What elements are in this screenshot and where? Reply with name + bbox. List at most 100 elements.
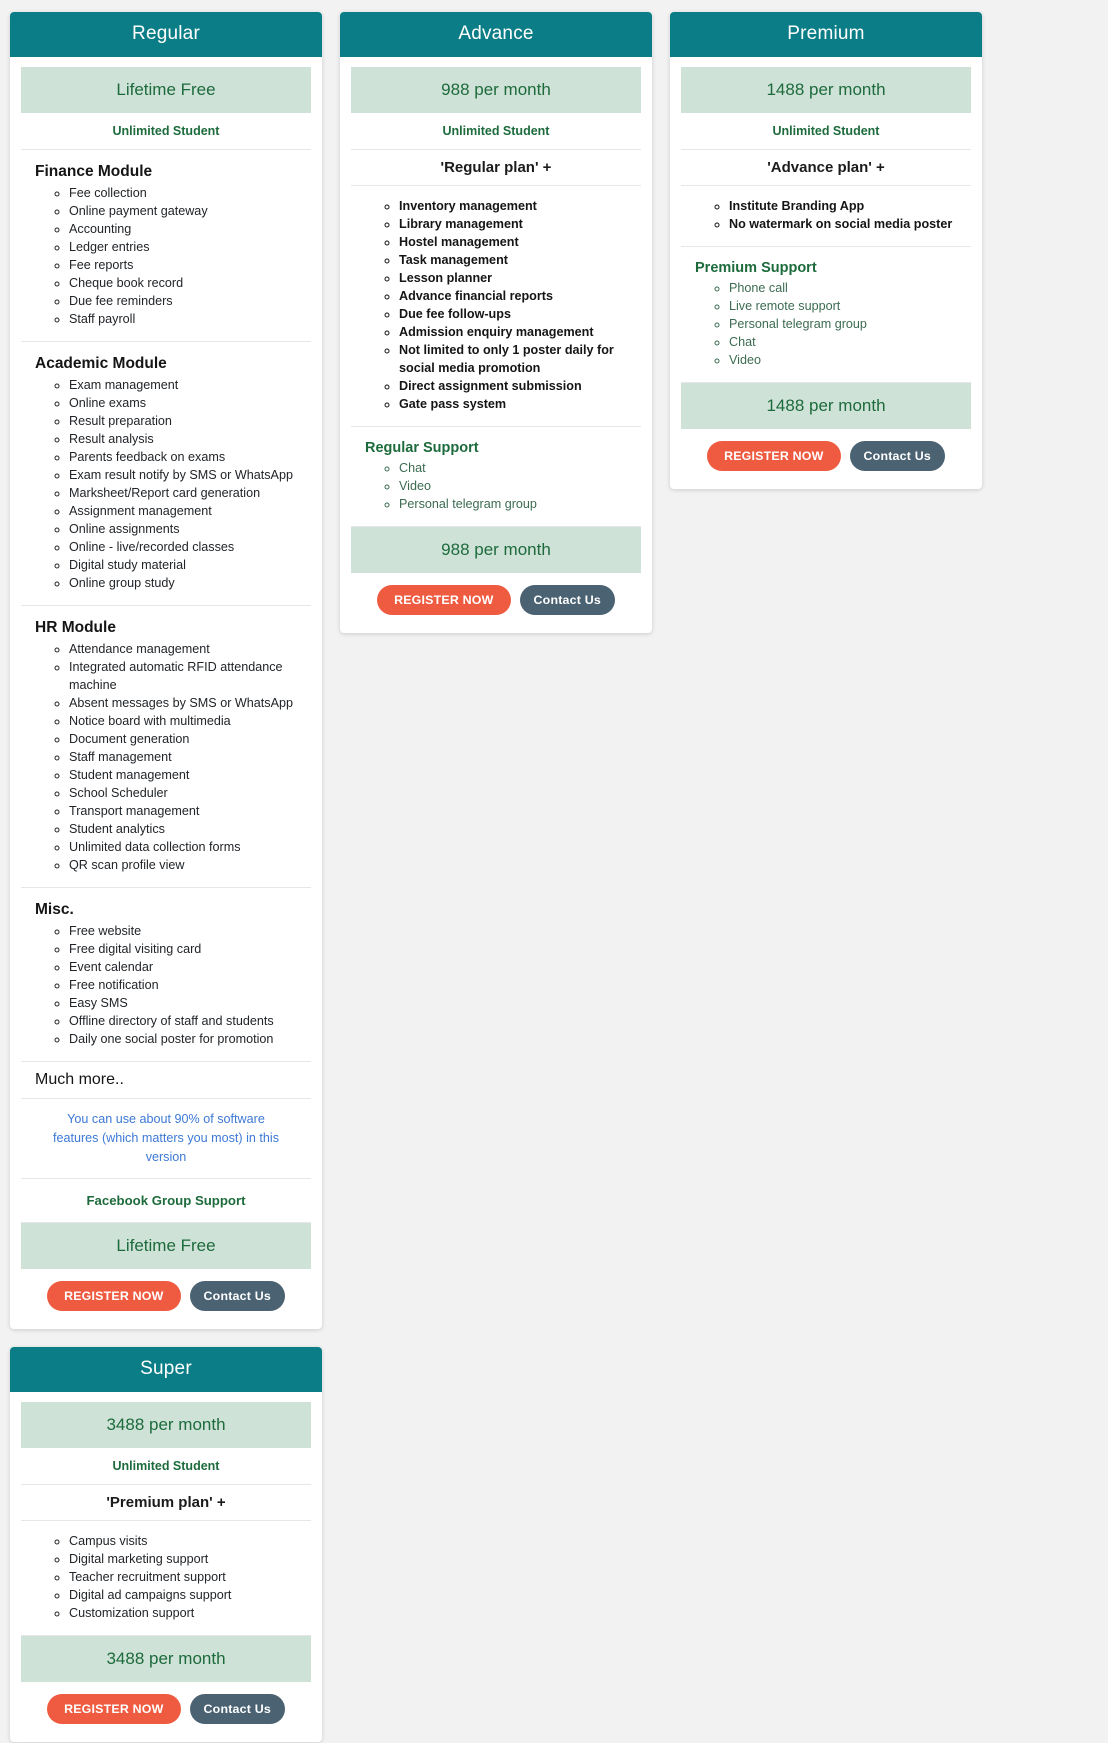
list-item: Integrated automatic RFID attendance mac…	[69, 658, 305, 694]
list-item: Digital marketing support	[69, 1550, 305, 1568]
plan-inherits-row-advance: 'Regular plan' +	[351, 150, 641, 186]
list-item: Assignment management	[69, 502, 305, 520]
feature-list-premium: Institute Branding App No watermark on s…	[687, 197, 965, 233]
support-title-premium: Premium Support	[695, 260, 817, 276]
contact-us-button[interactable]: Contact Us	[189, 1281, 285, 1311]
register-now-button[interactable]: REGISTER NOW	[707, 441, 841, 471]
list-item: Absent messages by SMS or WhatsApp	[69, 694, 305, 712]
facebook-support-row: Facebook Group Support	[21, 1179, 311, 1223]
list-item: QR scan profile view	[69, 856, 305, 874]
contact-us-button[interactable]: Contact Us	[189, 1694, 285, 1724]
plan-inherits-row-super: 'Premium plan' +	[21, 1485, 311, 1521]
list-item: Student management	[69, 766, 305, 784]
list-item: Ledger entries	[69, 238, 305, 256]
module-title-misc: Misc.	[35, 901, 74, 918]
column-regular: Regular Lifetime Free Unlimited Student …	[10, 12, 322, 1743]
plan-card-super: Super 3488 per month Unlimited Student '…	[10, 1347, 322, 1742]
list-item: Lesson planner	[399, 269, 635, 287]
plan-price-footer-regular: Lifetime Free	[21, 1223, 311, 1269]
list-item: Easy SMS	[69, 994, 305, 1012]
list-item: Document generation	[69, 730, 305, 748]
plan-inherits-advance: 'Regular plan' +	[440, 159, 552, 176]
plan-price-super: 3488 per month	[21, 1402, 311, 1448]
list-item: School Scheduler	[69, 784, 305, 802]
plan-body-regular: Lifetime Free Unlimited Student Finance …	[10, 57, 322, 1329]
plan-students-row-advance: Unlimited Student	[351, 113, 641, 150]
register-now-button[interactable]: REGISTER NOW	[377, 585, 511, 615]
plan-price-premium: 1488 per month	[681, 67, 971, 113]
list-item: Institute Branding App	[729, 197, 965, 215]
plan-price-advance: 988 per month	[351, 67, 641, 113]
list-item: Online assignments	[69, 520, 305, 538]
list-item: Online - live/recorded classes	[69, 538, 305, 556]
list-item: Online exams	[69, 394, 305, 412]
plan-card-premium: Premium 1488 per month Unlimited Student…	[670, 12, 982, 489]
list-item: Exam management	[69, 376, 305, 394]
module-title-hr: HR Module	[35, 619, 116, 636]
list-item: Unlimited data collection forms	[69, 838, 305, 856]
contact-us-button[interactable]: Contact Us	[519, 585, 615, 615]
support-list-premium: Phone call Live remote support Personal …	[687, 279, 965, 369]
list-item: Hostel management	[399, 233, 635, 251]
list-item: Free notification	[69, 976, 305, 994]
plan-body-super: 3488 per month Unlimited Student 'Premiu…	[10, 1392, 322, 1742]
list-item: Video	[399, 477, 635, 495]
module-block-finance: Finance Module Fee collection Online pay…	[21, 150, 311, 342]
plan-students-advance: Unlimited Student	[442, 124, 550, 138]
support-block-advance: Regular Support Chat Video Personal tele…	[351, 427, 641, 527]
list-item: Personal telegram group	[399, 495, 635, 513]
plan-body-advance: 988 per month Unlimited Student 'Regular…	[340, 57, 652, 633]
cta-row-super: REGISTER NOW Contact Us	[21, 1682, 311, 1728]
list-item: Live remote support	[729, 297, 965, 315]
contact-us-button[interactable]: Contact Us	[849, 441, 945, 471]
list-item: Task management	[399, 251, 635, 269]
plan-inherits-premium: 'Advance plan' +	[767, 159, 885, 176]
list-item: Video	[729, 351, 965, 369]
pricing-page: Regular Lifetime Free Unlimited Student …	[0, 0, 1108, 1743]
module-list-hr: Attendance management Integrated automat…	[27, 640, 305, 874]
cta-row-advance: REGISTER NOW Contact Us	[351, 573, 641, 619]
plan-title-premium: Premium	[670, 12, 982, 57]
plan-students-regular: Unlimited Student	[112, 124, 220, 138]
register-now-button[interactable]: REGISTER NOW	[47, 1281, 181, 1311]
list-item: Notice board with multimedia	[69, 712, 305, 730]
module-title-finance: Finance Module	[35, 163, 153, 180]
list-item: Not limited to only 1 poster daily for s…	[399, 341, 635, 377]
list-item: Digital study material	[69, 556, 305, 574]
module-block-misc: Misc. Free website Free digital visiting…	[21, 888, 311, 1062]
list-item: Due fee follow-ups	[399, 305, 635, 323]
column-premium: Premium 1488 per month Unlimited Student…	[670, 12, 982, 507]
plan-students-row-super: Unlimited Student	[21, 1448, 311, 1485]
pricing-grid: Regular Lifetime Free Unlimited Student …	[0, 0, 1108, 1743]
plan-title-super: Super	[10, 1347, 322, 1392]
list-item: Exam result notify by SMS or WhatsApp	[69, 466, 305, 484]
list-item: Marksheet/Report card generation	[69, 484, 305, 502]
list-item: Staff payroll	[69, 310, 305, 328]
feature-list-super: Campus visits Digital marketing support …	[27, 1532, 305, 1622]
plan-inherits-super: 'Premium plan' +	[106, 1494, 226, 1511]
version-note-link[interactable]: You can use about 90% of software featur…	[27, 1108, 305, 1169]
support-block-premium: Premium Support Phone call Live remote s…	[681, 247, 971, 383]
module-list-academic: Exam management Online exams Result prep…	[27, 376, 305, 592]
register-now-button[interactable]: REGISTER NOW	[47, 1694, 181, 1724]
list-item: Digital ad campaigns support	[69, 1586, 305, 1604]
feature-list-advance: Inventory management Library management …	[357, 197, 635, 413]
plan-title-regular: Regular	[10, 12, 322, 57]
list-item: Transport management	[69, 802, 305, 820]
list-item: Campus visits	[69, 1532, 305, 1550]
plan-students-row-regular: Unlimited Student	[21, 113, 311, 150]
plan-price-footer-super: 3488 per month	[21, 1636, 311, 1682]
support-list-advance: Chat Video Personal telegram group	[357, 459, 635, 513]
module-list-misc: Free website Free digital visiting card …	[27, 922, 305, 1048]
list-item: Personal telegram group	[729, 315, 965, 333]
plan-card-advance: Advance 988 per month Unlimited Student …	[340, 12, 652, 633]
list-item: Free website	[69, 922, 305, 940]
plan-price-footer-premium: 1488 per month	[681, 383, 971, 429]
cta-row-premium: REGISTER NOW Contact Us	[681, 429, 971, 475]
plan-inherits-row-premium: 'Advance plan' +	[681, 150, 971, 186]
feature-block-super: Campus visits Digital marketing support …	[21, 1521, 311, 1636]
support-title-advance: Regular Support	[365, 440, 479, 456]
list-item: Teacher recruitment support	[69, 1568, 305, 1586]
list-item: Result analysis	[69, 430, 305, 448]
plan-card-regular: Regular Lifetime Free Unlimited Student …	[10, 12, 322, 1329]
